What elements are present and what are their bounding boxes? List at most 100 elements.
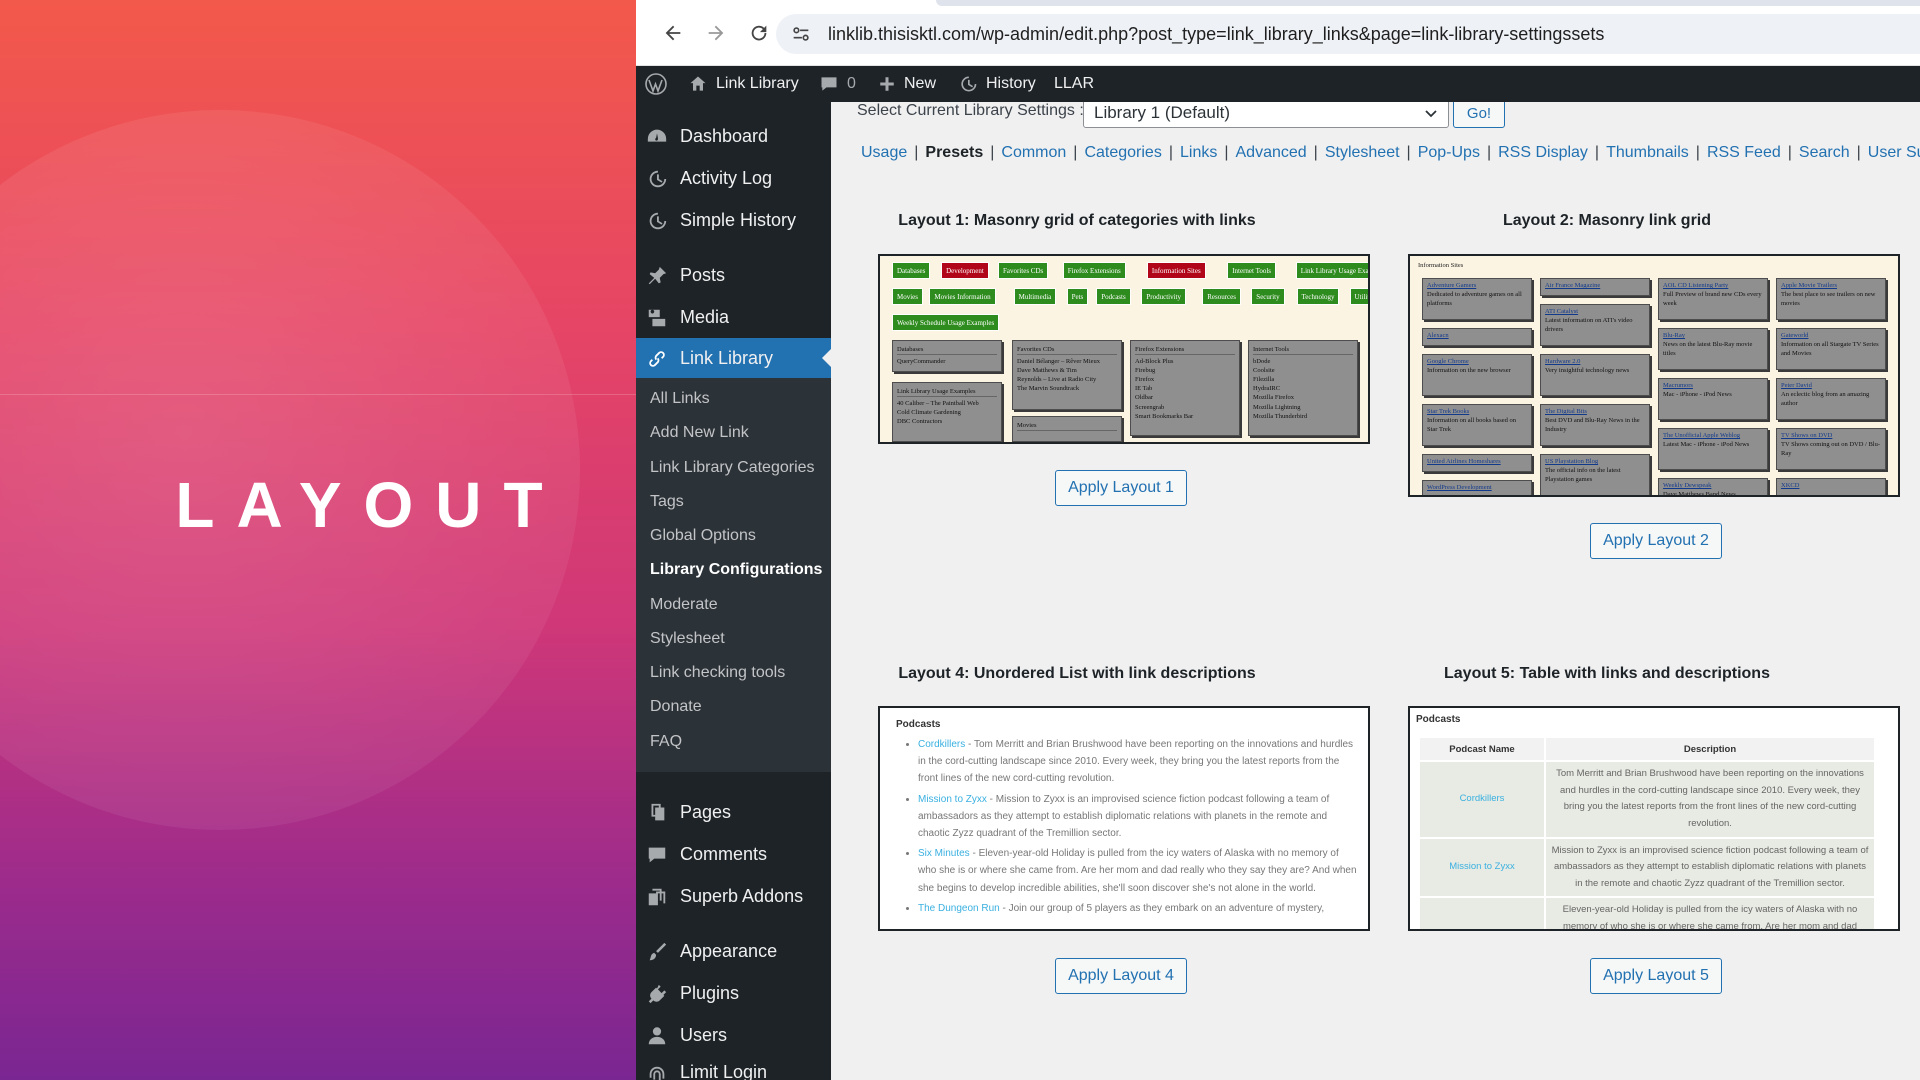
url-text[interactable]: linklib.thisisktl.com/wp-admin/edit.php?… [828,24,1604,45]
settings-tabs: Usage | Presets | Common | Categories | Links | Ad… [861,144,1920,166]
submenu-library-configurations[interactable]: Library Configurations [650,561,822,579]
tab-rss-display[interactable]: RSS Display [1498,144,1588,161]
submenu-add-new-link[interactable]: Add New Link [650,424,749,442]
preview-link-tile-title: Weekly Dewspeak [1663,482,1712,489]
layout-2-preview[interactable]: Information Sites Adventure Gamers Dedica… [1408,254,1900,497]
preview-category-box-title: Internet Tools [1253,345,1353,356]
reload-icon[interactable] [744,18,774,48]
layout-4-preview[interactable]: Podcasts Cordkillers - Tom Merritt and B… [878,706,1370,931]
preview-link-tile-title: The Digital Bits [1545,408,1587,415]
layout-5-preview[interactable]: Podcasts Podcast Name Description Cordki… [1408,706,1900,931]
submenu-donate[interactable]: Donate [650,698,702,716]
preview-category-box-title: Favorites CDs [1017,345,1117,356]
adminbar-comments[interactable]: 0 [819,66,856,102]
table-cell-name: Six Minutes [1420,898,1544,929]
history-icon [646,210,668,232]
sidebar-item-label: Limit Login Attempts [680,1062,768,1080]
adminbar-llar-label: LLAR [1054,75,1095,92]
library-select-label: Select Current Library Settings : [857,102,1084,119]
preview-link-table: Podcast Name Description Cordkillers Tom… [1418,736,1876,929]
tab-links[interactable]: Links [1180,144,1217,161]
sidebar-item-label: Dashboard [680,125,769,146]
preview-link-text: Mozilla Thunderbird [1253,412,1308,420]
tab-popups[interactable]: Pop-Ups [1418,144,1480,161]
plus-icon [880,77,894,91]
preview-link-tile: Hardware 2.0 Very insightful technology n… [1540,354,1650,396]
tab-rss-feed[interactable]: RSS Feed [1707,144,1781,161]
sidebar-item-activity-log[interactable]: Activity Log [636,158,831,198]
preview-category-box-title: Firefox Extensions [1135,345,1235,356]
layout-2-title: Layout 2: Masonry link grid [1502,212,1712,229]
preview-link-list: Cordkillers - Tom Merritt and Brian Brus… [918,736,1358,920]
preview-link-tile: Peter David An eclectic blog from an amaz… [1776,378,1886,420]
apply-layout-1-button[interactable]: Apply Layout 1 [1055,470,1187,506]
tab-presets[interactable]: Presets [925,144,983,161]
preview-link-text: Firebug [1135,367,1156,375]
apply-layout-2-button[interactable]: Apply Layout 2 [1590,523,1722,559]
sidebar-item-comments[interactable]: Comments [636,834,831,874]
sidebar-item-plugins[interactable]: Plugins [636,973,831,1013]
sidebar-item-superb-addons[interactable]: Superb Addons [636,876,831,916]
preview-category-tag: Favorites CDs [998,262,1049,279]
preview-link-text: Daniel Bélanger – Rêver Mieux [1017,358,1101,366]
submenu-link-library-categories[interactable]: Link Library Categories [650,459,815,477]
history-icon [646,168,668,190]
submenu-faq[interactable]: FAQ [650,733,682,751]
library-select[interactable]: Library 1 (Default) [1083,102,1449,128]
layout-1-preview[interactable]: Databases Development Favorites CDs Firefox… [878,254,1370,444]
submenu-moderate[interactable]: Moderate [650,596,718,614]
sidebar-item-appearance[interactable]: Appearance [636,931,831,971]
adminbar-llar[interactable]: LLAR [1054,66,1094,102]
sidebar-item-dashboard[interactable]: Dashboard [636,116,831,156]
preview-link-tile-desc: An eclectic blog from an amazing author [1781,390,1870,407]
preview-link-text: Smart Bookmarks Bar [1135,412,1194,420]
table-row: Six Minutes Eleven-year-old Holiday is p… [1420,898,1874,929]
preview-link-tile: Google Chrome Information on the new brow… [1422,354,1532,396]
go-button[interactable]: Go! [1453,102,1505,128]
sidebar-item-pages[interactable]: Pages [636,792,831,832]
table-cell-desc: Eleven-year-old Holiday is pulled from t… [1546,898,1874,929]
preview-link-tile-title: Adventure Gamers [1427,282,1477,289]
preview-link-tile-title: WordPress Development [1427,484,1492,491]
promo-divider [0,394,636,395]
table-row: Cordkillers Tom Merritt and Brian Brushw… [1420,762,1874,837]
apply-layout-5-button[interactable]: Apply Layout 5 [1590,958,1722,994]
submenu-global-options[interactable]: Global Options [650,527,756,545]
address-bar[interactable]: linklib.thisisktl.com/wp-admin/edit.php?… [776,14,1920,54]
tab-common[interactable]: Common [1001,144,1066,161]
tab-thumbnails[interactable]: Thumbnails [1606,144,1689,161]
sidebar-item-media[interactable]: Media [636,297,831,337]
submenu-link-checking-tools[interactable]: Link checking tools [650,664,785,682]
preview-link-tile-desc: Latest information on ATI's video driver… [1545,316,1633,333]
preview-list-title: Podcasts [896,719,941,730]
table-cell-desc: Mission to Zyxx is an improvised science… [1546,838,1874,897]
tab-usage[interactable]: Usage [861,144,907,161]
preview-link-text: QueryCommander [897,358,946,366]
preview-link-tile-title: Air France Magazine [1545,282,1601,289]
submenu-tags[interactable]: Tags [650,493,684,511]
sidebar-item-limit-login-attempts[interactable]: Limit Login Attempts [636,1052,831,1080]
adminbar-new[interactable]: New [878,66,936,102]
submenu-all-links[interactable]: All Links [650,390,710,408]
sidebar-item-link-library[interactable]: Link Library [636,338,831,378]
submenu-stylesheet[interactable]: Stylesheet [650,630,725,648]
apply-layout-4-button[interactable]: Apply Layout 4 [1055,958,1187,994]
tab-advanced[interactable]: Advanced [1236,144,1307,161]
sidebar-item-simple-history[interactable]: Simple History [636,200,831,240]
preview-link-tile-title: AOL CD Listening Party [1663,282,1729,289]
forward-icon[interactable] [701,18,731,48]
tab-stylesheet[interactable]: Stylesheet [1325,144,1400,161]
wordpress-logo-icon[interactable] [644,66,668,102]
preview-link-tile: WordPress Development [1422,480,1532,495]
back-icon[interactable] [658,18,688,48]
tab-categories[interactable]: Categories [1084,144,1161,161]
site-settings-icon[interactable] [790,23,812,45]
sidebar-item-label: Activity Log [680,167,773,188]
adminbar-history[interactable]: History [958,66,1036,102]
tab-search[interactable]: Search [1799,144,1850,161]
tab-user-submissions[interactable]: User Submiss [1868,144,1920,161]
sidebar-item-users[interactable]: Users [636,1015,831,1055]
sidebar-item-posts[interactable]: Posts [636,255,831,295]
adminbar-site[interactable]: Link Library [688,66,799,102]
list-item-link: Mission to Zyxx [918,793,987,805]
